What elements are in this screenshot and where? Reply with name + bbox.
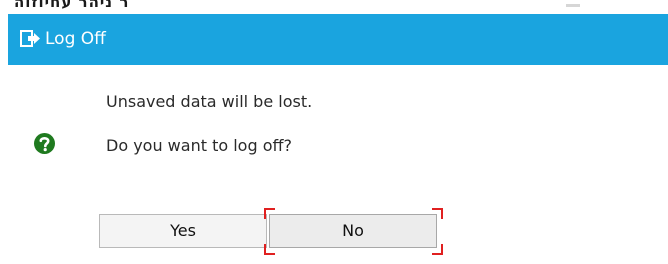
question-icon (34, 133, 55, 154)
dialog-titlebar[interactable]: Log Off (8, 14, 668, 65)
message-confirm-log-off: Do you want to log off? (106, 136, 292, 155)
background-partial-text: ר ניהר עחיוזוה (14, 0, 130, 11)
background-window-fragment: ר ניהר עחיוזוה (0, 0, 668, 14)
log-off-dialog: Log Off Unsaved data will be lost. Do yo… (8, 14, 668, 264)
yes-button[interactable]: Yes (99, 214, 267, 248)
focus-corner-bottom-right (432, 244, 443, 255)
message-unsaved-data: Unsaved data will be lost. (106, 92, 313, 111)
focus-corner-top-left (264, 208, 275, 219)
log-off-icon (20, 30, 40, 48)
no-button[interactable]: No (269, 214, 437, 248)
focus-corner-top-right (432, 208, 443, 219)
background-underline (566, 4, 580, 7)
dialog-title: Log Off (45, 29, 106, 49)
focus-corner-bottom-left (264, 244, 275, 255)
